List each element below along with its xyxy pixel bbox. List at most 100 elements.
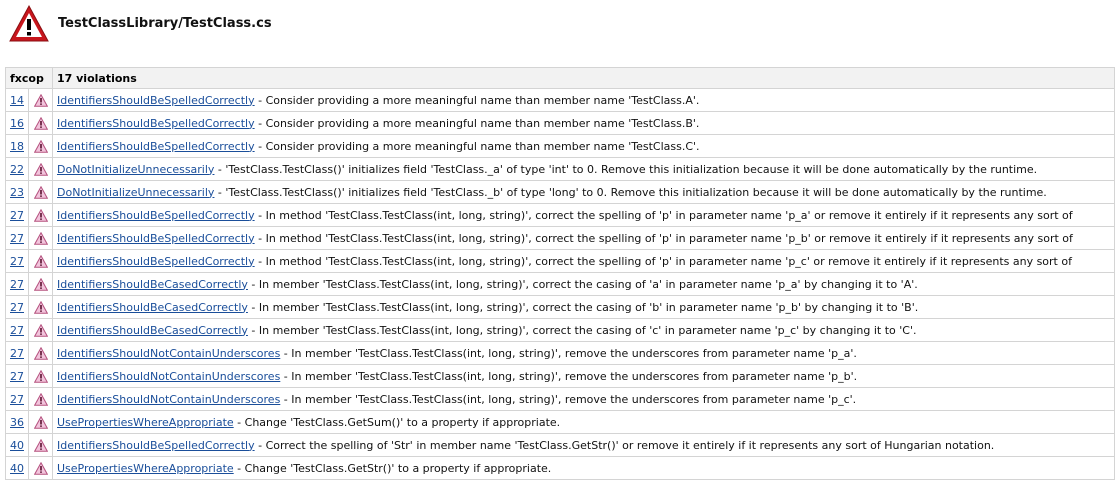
warning-icon [33,116,48,130]
line-number-cell: 27 [5,318,29,342]
file-title: TestClassLibrary/TestClass.cs [58,16,272,31]
violation-message: - 'TestClass.TestClass()' initializes fi… [214,185,1047,199]
violation-message: - In member 'TestClass.TestClass(int, lo… [247,277,918,291]
line-number-link[interactable]: 40 [10,462,24,475]
table-row: 40 IdentifiersShouldBeSpelledCorrectly - … [5,433,1115,457]
warning-icon [33,438,48,452]
line-number-link[interactable]: 36 [10,416,24,429]
rule-link[interactable]: DoNotInitializeUnnecessarily [57,163,214,176]
violation-message: - Change 'TestClass.GetStr()' to a prope… [233,461,552,475]
file-header: TestClassLibrary/TestClass.cs [0,0,1115,66]
table-row: 18 IdentifiersShouldBeSpelledCorrectly - … [5,134,1115,158]
rule-link[interactable]: IdentifiersShouldNotContainUnderscores [57,393,280,406]
rule-link[interactable]: IdentifiersShouldBeCasedCorrectly [57,278,248,291]
line-number-cell: 40 [5,433,29,457]
violation-cell: IdentifiersShouldBeSpelledCorrectly - Co… [52,88,1115,112]
severity-icon-cell [28,456,53,480]
warning-icon [33,231,48,245]
rule-link[interactable]: UsePropertiesWhereAppropriate [57,462,234,475]
rule-link[interactable]: IdentifiersShouldBeSpelledCorrectly [57,94,255,107]
severity-icon-cell [28,295,53,319]
table-row: 27 IdentifiersShouldBeCasedCorrectly - In… [5,318,1115,342]
severity-icon-cell [28,249,53,273]
table-row: 27 IdentifiersShouldNotContainUnderscores… [5,364,1115,388]
line-number-link[interactable]: 27 [10,370,24,383]
line-number-link[interactable]: 27 [10,301,24,314]
line-number-link[interactable]: 16 [10,117,24,130]
violation-cell: IdentifiersShouldBeCasedCorrectly - In m… [52,272,1115,296]
table-row: 14 IdentifiersShouldBeSpelledCorrectly - … [5,88,1115,112]
severity-icon-cell [28,111,53,135]
table-row: 27 IdentifiersShouldBeSpelledCorrectly - … [5,249,1115,273]
table-row: 27 IdentifiersShouldNotContainUnderscores… [5,387,1115,411]
rule-link[interactable]: IdentifiersShouldBeCasedCorrectly [57,301,248,314]
rule-link[interactable]: IdentifiersShouldBeSpelledCorrectly [57,209,255,222]
rule-link[interactable]: UsePropertiesWhereAppropriate [57,416,234,429]
violation-message: - Change 'TestClass.GetSum()' to a prope… [233,415,561,429]
severity-icon-cell [28,180,53,204]
violation-message: - In member 'TestClass.TestClass(int, lo… [280,369,858,383]
violations-table: fxcop 17 violations 14 IdentifiersShouldB… [5,67,1115,480]
violation-cell: IdentifiersShouldBeSpelledCorrectly - Co… [52,134,1115,158]
violation-cell: IdentifiersShouldBeSpelledCorrectly - In… [52,226,1115,250]
severity-icon-cell [28,272,53,296]
rule-link[interactable]: DoNotInitializeUnnecessarily [57,186,214,199]
rule-link[interactable]: IdentifiersShouldBeCasedCorrectly [57,324,248,337]
line-number-cell: 27 [5,387,29,411]
line-number-link[interactable]: 27 [10,232,24,245]
warning-icon [33,300,48,314]
violation-cell: IdentifiersShouldBeCasedCorrectly - In m… [52,318,1115,342]
violation-message: - In member 'TestClass.TestClass(int, lo… [247,323,917,337]
violation-message: - Consider providing a more meaningful n… [254,93,700,107]
violation-message: - Consider providing a more meaningful n… [254,139,700,153]
severity-icon-cell [28,364,53,388]
rule-link[interactable]: IdentifiersShouldBeSpelledCorrectly [57,140,255,153]
rule-link[interactable]: IdentifiersShouldBeSpelledCorrectly [57,439,255,452]
table-row: 22 DoNotInitializeUnnecessarily - 'TestCl… [5,157,1115,181]
line-number-link[interactable]: 23 [10,186,24,199]
line-number-cell: 16 [5,111,29,135]
line-number-cell: 27 [5,226,29,250]
severity-icon-cell [28,203,53,227]
severity-icon-cell [28,341,53,365]
line-number-link[interactable]: 14 [10,94,24,107]
warning-icon [33,346,48,360]
severity-icon-cell [28,318,53,342]
severity-icon-cell [28,387,53,411]
line-number-link[interactable]: 27 [10,278,24,291]
severity-icon-cell [28,157,53,181]
rule-link[interactable]: IdentifiersShouldNotContainUnderscores [57,370,280,383]
warning-icon [9,4,49,42]
line-number-link[interactable]: 27 [10,347,24,360]
line-number-cell: 27 [5,364,29,388]
rule-link[interactable]: IdentifiersShouldBeSpelledCorrectly [57,255,255,268]
violation-cell: IdentifiersShouldNotContainUnderscores -… [52,364,1115,388]
warning-icon [33,162,48,176]
line-number-cell: 18 [5,134,29,158]
line-number-link[interactable]: 18 [10,140,24,153]
violation-cell: IdentifiersShouldNotContainUnderscores -… [52,341,1115,365]
line-number-link[interactable]: 27 [10,324,24,337]
violation-message: - Consider providing a more meaningful n… [254,116,700,130]
line-number-link[interactable]: 40 [10,439,24,452]
violation-message: - In member 'TestClass.TestClass(int, lo… [280,346,857,360]
line-number-link[interactable]: 22 [10,163,24,176]
table-row: 27 IdentifiersShouldNotContainUnderscores… [5,341,1115,365]
warning-icon [33,392,48,406]
warning-icon [33,323,48,337]
rule-link[interactable]: IdentifiersShouldBeSpelledCorrectly [57,117,255,130]
severity-icon-cell [28,134,53,158]
line-number-cell: 40 [5,456,29,480]
violation-cell: DoNotInitializeUnnecessarily - 'TestClas… [52,157,1115,181]
line-number-link[interactable]: 27 [10,209,24,222]
violation-cell: UsePropertiesWhereAppropriate - Change '… [52,410,1115,434]
warning-icon [33,254,48,268]
table-row: 23 DoNotInitializeUnnecessarily - 'TestCl… [5,180,1115,204]
line-number-link[interactable]: 27 [10,255,24,268]
warning-icon [33,185,48,199]
rule-link[interactable]: IdentifiersShouldBeSpelledCorrectly [57,232,255,245]
violation-cell: IdentifiersShouldNotContainUnderscores -… [52,387,1115,411]
rule-link[interactable]: IdentifiersShouldNotContainUnderscores [57,347,280,360]
violation-message: - In method 'TestClass.TestClass(int, lo… [254,254,1072,268]
line-number-link[interactable]: 27 [10,393,24,406]
